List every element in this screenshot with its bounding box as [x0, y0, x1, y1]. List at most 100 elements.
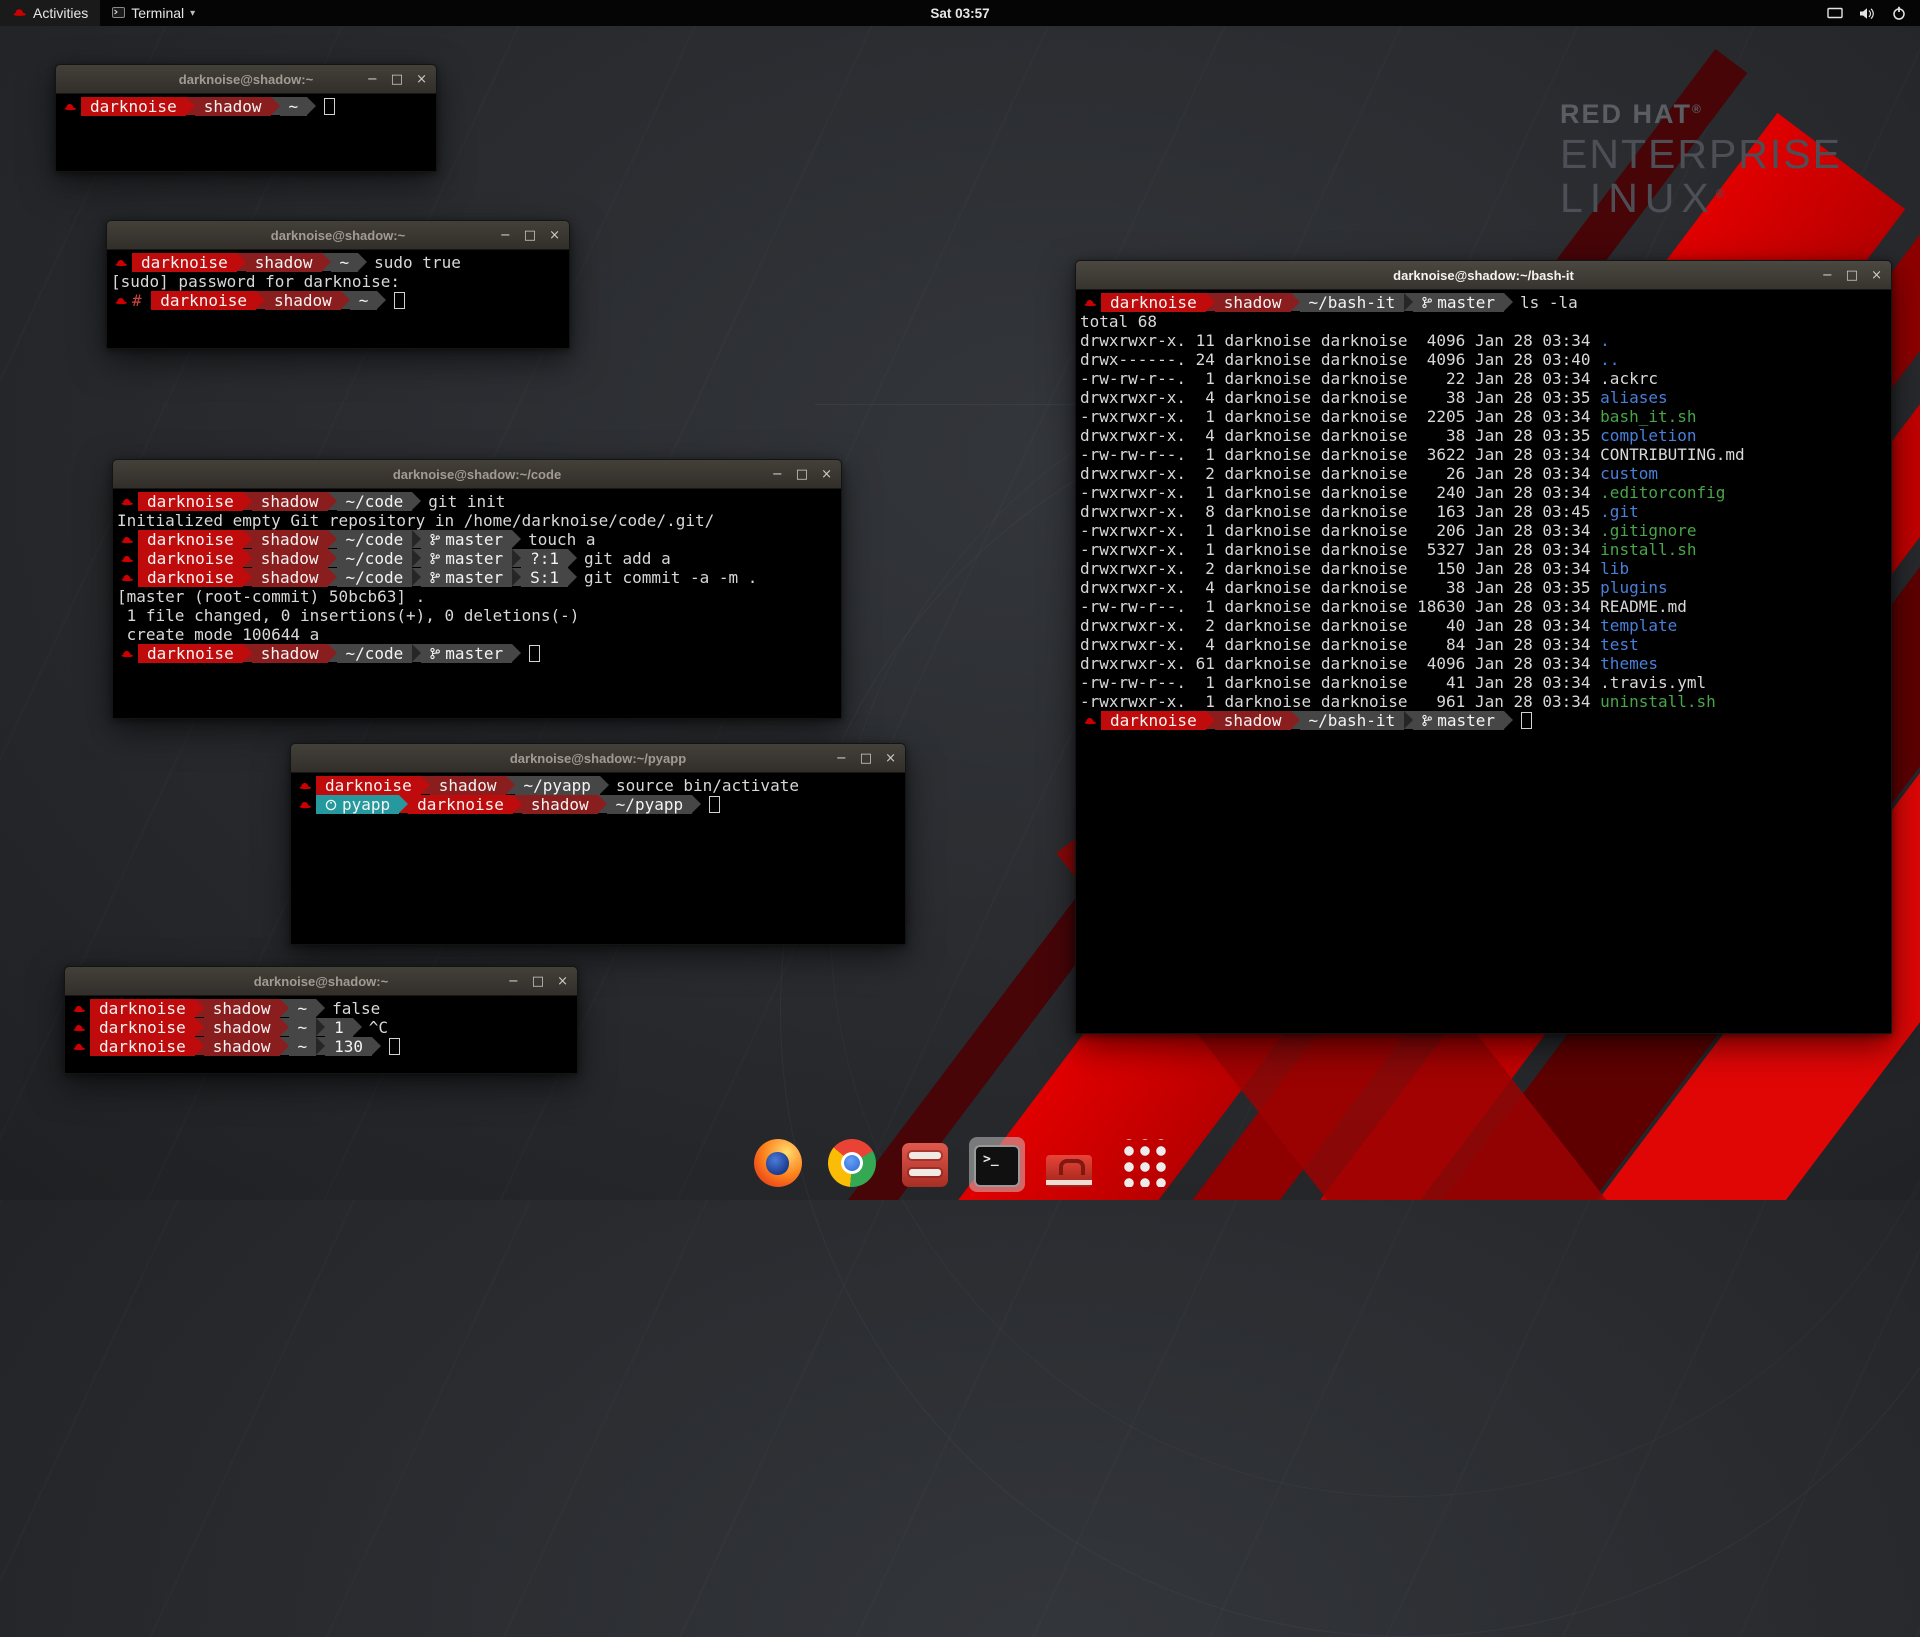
prompt-segment: ~ — [280, 97, 308, 116]
minimize-button[interactable]: − — [500, 229, 511, 242]
terminal-window[interactable]: darknoise@shadow:~ −□× darknoiseshadow~s… — [106, 220, 570, 349]
terminal-content[interactable]: darknoiseshadow~falsedarknoiseshadow~1^C… — [65, 996, 577, 1073]
prompt-segment-label: 1 — [334, 1018, 344, 1037]
minimize-button[interactable]: − — [836, 752, 847, 765]
terminal-window[interactable]: darknoise@shadow:~/code −□× darknoisesha… — [112, 459, 842, 719]
maximize-button[interactable]: □ — [524, 229, 536, 242]
dock-item-firefox[interactable] — [749, 1134, 807, 1192]
display-icon[interactable] — [1827, 7, 1843, 20]
dock-item-terminal[interactable] — [969, 1137, 1025, 1192]
segment-separator — [195, 1037, 204, 1055]
minimize-button[interactable]: − — [508, 975, 519, 988]
close-button[interactable]: × — [1871, 269, 1882, 282]
terminal-window[interactable]: darknoise@shadow:~ −□ × darknoiseshadow~ — [55, 64, 437, 172]
prompt-segment: shadow — [265, 291, 341, 310]
prompt-segment-label: ~/bash-it — [1309, 711, 1396, 730]
window-titlebar[interactable]: darknoise@shadow:~/pyapp −□× — [291, 744, 905, 773]
segment-separator — [1206, 711, 1215, 729]
prompt-segment-label: ~/pyapp — [616, 795, 683, 814]
top-bar: Activities Terminal ▾ Sat 03:57 — [0, 0, 1920, 26]
prompt-segment: darknoise — [316, 776, 421, 795]
prompt-segment-label: master — [445, 644, 503, 663]
close-button[interactable]: × — [885, 752, 896, 765]
prompt-segment: shadow — [1215, 293, 1291, 312]
redhat-icon — [69, 999, 90, 1018]
window-titlebar[interactable]: darknoise@shadow:~ −□× — [65, 967, 577, 996]
segment-separator — [1404, 711, 1413, 729]
terminal-window[interactable]: darknoise@shadow:~/bash-it −□× darknoise… — [1075, 260, 1892, 1034]
ls-file-name: aliases — [1600, 388, 1667, 407]
close-button[interactable]: × — [557, 975, 568, 988]
prompt-segment-label: ~/bash-it — [1309, 293, 1396, 312]
minimize-button[interactable]: − — [772, 468, 783, 481]
terminal-content[interactable]: darknoiseshadow~sudo true[sudo] password… — [107, 250, 569, 348]
terminal-line: darknoiseshadow~false — [69, 999, 573, 1018]
maximize-button[interactable]: □ — [391, 73, 403, 86]
maximize-button[interactable]: □ — [532, 975, 544, 988]
minimize-button[interactable]: − — [367, 73, 378, 86]
ls-row-details: drwxrwxr-x. 4 darknoise darknoise 38 Jan… — [1080, 426, 1600, 445]
maximize-button[interactable]: □ — [860, 752, 872, 765]
prompt-segment-label: shadow — [255, 253, 313, 272]
prompt-segment: ~/pyapp — [607, 795, 692, 814]
terminal-window[interactable]: darknoise@shadow:~/pyapp −□× darknoisesh… — [290, 743, 906, 945]
window-titlebar[interactable]: darknoise@shadow:~/bash-it −□× — [1076, 261, 1891, 290]
prompt-segment: master — [1413, 711, 1504, 730]
window-titlebar[interactable]: darknoise@shadow:~/code −□× — [113, 460, 841, 489]
terminal-line: drwx------. 24 darknoise darknoise 4096 … — [1080, 350, 1887, 369]
registered-mark: ® — [1692, 102, 1701, 116]
activities-button[interactable]: Activities — [0, 0, 100, 26]
terminal-content[interactable]: darknoiseshadow~/pyappsource bin/activat… — [291, 773, 905, 944]
redhat-icon — [117, 549, 138, 568]
terminal-line: darknoiseshadow~/codemastertouch a — [117, 530, 837, 549]
close-button[interactable]: × — [821, 468, 832, 481]
terminal-cursor — [529, 645, 540, 662]
segment-separator — [256, 291, 265, 309]
dock-item-chrome[interactable] — [823, 1134, 881, 1192]
terminal-icon — [974, 1145, 1020, 1187]
clock[interactable]: Sat 03:57 — [930, 6, 989, 21]
terminal-content[interactable]: darknoiseshadow~ — [56, 94, 436, 171]
segment-separator — [372, 1037, 381, 1055]
system-tray — [1827, 0, 1920, 26]
close-button[interactable]: × — [549, 229, 560, 242]
dock-item-file-manager[interactable] — [897, 1136, 953, 1192]
ls-row-details: drwxrwxr-x. 8 darknoise darknoise 163 Ja… — [1080, 502, 1600, 521]
ls-file-name: CONTRIBUTING.md — [1600, 445, 1745, 464]
prompt-segment-label: pyapp — [342, 795, 390, 814]
prompt-segment-label: shadow — [439, 776, 497, 795]
terminal-line: 1 file changed, 0 insertions(+), 0 delet… — [117, 606, 837, 625]
terminal-window[interactable]: darknoise@shadow:~ −□× darknoiseshadow~f… — [64, 966, 578, 1074]
segment-separator — [568, 568, 577, 586]
maximize-button[interactable]: □ — [796, 468, 808, 481]
window-titlebar[interactable]: darknoise@shadow:~ −□ × — [56, 65, 436, 94]
firefox-icon — [754, 1139, 802, 1187]
git-branch-icon — [430, 533, 440, 546]
volume-icon[interactable] — [1859, 7, 1876, 20]
prompt-segment-label: shadow — [531, 795, 589, 814]
terminal-content[interactable]: darknoiseshadow~/codegit initInitialized… — [113, 489, 841, 718]
power-icon[interactable] — [1892, 6, 1906, 20]
terminal-line: [master (root-commit) 50bcb63] . — [117, 587, 837, 606]
redhat-icon — [117, 492, 138, 511]
app-menu-terminal[interactable]: Terminal ▾ — [100, 0, 207, 26]
minimize-button[interactable]: − — [1822, 269, 1833, 282]
terminal-line: drwxrwxr-x. 2 darknoise darknoise 26 Jan… — [1080, 464, 1887, 483]
prompt-segment-label: ~ — [289, 97, 299, 116]
dock-item-app-grid[interactable] — [1113, 1134, 1171, 1192]
prompt-segment: master — [1413, 293, 1504, 312]
window-titlebar[interactable]: darknoise@shadow:~ −□× — [107, 221, 569, 250]
segment-separator — [512, 530, 521, 548]
ls-file-name: .editorconfig — [1600, 483, 1725, 502]
app-grid-icon — [1118, 1139, 1166, 1187]
terminal-content[interactable]: darknoiseshadow~/bash-itmasterls -latota… — [1076, 290, 1891, 1033]
ls-row-details: -rw-rw-r--. 1 darknoise darknoise 18630 … — [1080, 597, 1600, 616]
terminal-cursor — [394, 292, 405, 309]
prompt-segment: master — [421, 644, 512, 663]
window-title: darknoise@shadow:~ — [179, 72, 313, 87]
close-button[interactable]: × — [416, 73, 427, 86]
segment-separator — [506, 776, 515, 794]
maximize-button[interactable]: □ — [1846, 269, 1858, 282]
prompt-segment: darknoise — [408, 795, 513, 814]
dock-item-toolbox[interactable] — [1041, 1137, 1097, 1192]
